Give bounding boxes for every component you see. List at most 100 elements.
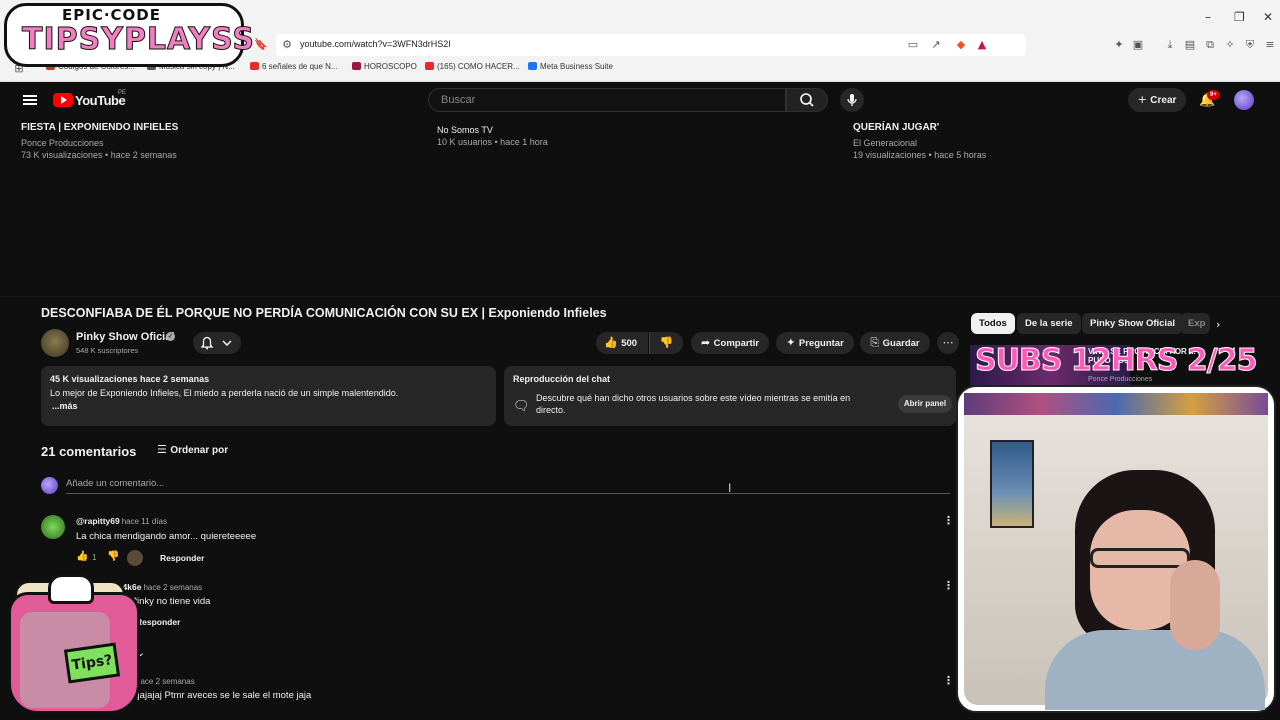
pip-icon[interactable]: ▭ <box>906 38 920 52</box>
share-button[interactable]: ➦ Compartir <box>691 332 769 354</box>
comment-author[interactable]: hace 2 semanas <box>134 676 195 686</box>
comment-menu-icon[interactable]: ⋮ <box>943 514 954 527</box>
related-video-meta: 10 K usuarios • hace 1 hora <box>437 137 548 147</box>
extensions-icon[interactable]: ✦ <box>1112 38 1126 52</box>
my-avatar <box>41 477 58 494</box>
rewards-icon[interactable]: ▲ <box>975 38 989 52</box>
share-icon: ➦ <box>700 336 714 349</box>
streamer-body <box>1045 630 1265 710</box>
verified-icon: ✓ <box>166 332 175 341</box>
bookmark-icon[interactable]: 🔖 <box>254 38 268 52</box>
favicon-icon <box>528 62 537 70</box>
description-stats: 45 K visualizaciones hace 2 semanas <box>50 374 210 384</box>
vpn-icon[interactable]: ⛨ <box>1243 38 1257 52</box>
favicon-icon <box>250 62 259 70</box>
comment-time: hace 11 días <box>121 517 167 526</box>
chip-series[interactable]: De la serie <box>1017 313 1081 334</box>
microphone-icon <box>847 94 857 106</box>
leo-icon[interactable]: ✧ <box>1223 38 1237 52</box>
sparkle-icon: ✦ <box>786 336 799 349</box>
chat-icon: 🗨 <box>513 399 530 414</box>
more-actions-button[interactable]: ⋯ <box>937 332 959 354</box>
related-video-meta: 19 visualizaciones • hace 5 horas <box>853 150 987 160</box>
text-cursor-icon: I <box>728 481 732 495</box>
chip-all[interactable]: Todos <box>971 313 1015 334</box>
play-icon <box>61 96 67 104</box>
comment-author[interactable]: @rapitty69 hace 11 días <box>76 516 167 526</box>
related-video-channel[interactable]: No Somos TV <box>437 125 493 135</box>
bell-ring-icon <box>200 336 232 350</box>
video-title: DESCONFIABA DE ÉL PORQUE NO PERDÍA COMUN… <box>41 306 607 320</box>
close-icon[interactable]: ✕ <box>1263 10 1273 24</box>
channel-name[interactable]: Pinky Show Oficial <box>76 331 174 343</box>
tabs-icon[interactable]: ⧉ <box>1203 38 1217 52</box>
cat-icon <box>48 574 94 604</box>
subscription-bell-button[interactable] <box>193 332 241 354</box>
thumbs-up-icon: 👍 <box>604 336 622 349</box>
favicon-icon <box>425 62 434 70</box>
sort-icon: ☰ <box>157 443 171 456</box>
thumbs-down-icon: 👎 <box>659 336 674 349</box>
description-more-link[interactable]: ...más <box>52 401 78 411</box>
comments-count: 21 comentarios <box>41 444 137 459</box>
bookmark-item[interactable]: (165) COMO HACER... <box>425 62 520 71</box>
webcam-shelf <box>964 393 1268 415</box>
notification-badge: 9+ <box>1207 90 1220 100</box>
reply-button[interactable]: Responder <box>136 617 180 627</box>
bookmark-item[interactable]: 6 señales de que N... <box>250 62 338 71</box>
related-video-title[interactable]: FIESTA | EXPONIENDO INFIELES <box>21 122 178 133</box>
comment-input[interactable]: Añade un comentario... <box>66 478 950 494</box>
menu-icon[interactable]: ≡ <box>1263 38 1277 52</box>
chat-replay-title: Reproducción del chat <box>513 374 611 384</box>
restore-icon[interactable]: ❐ <box>1234 10 1245 24</box>
comment-like-icon[interactable]: 👍 <box>76 551 88 562</box>
chevron-right-icon[interactable]: › <box>1216 318 1220 331</box>
minimize-icon[interactable]: – <box>1205 10 1211 24</box>
share-page-icon[interactable]: ↗ <box>929 38 943 52</box>
create-button[interactable]: + Crear <box>1128 88 1186 112</box>
download-icon[interactable]: ⤓ <box>1163 38 1177 52</box>
search-input[interactable]: Buscar <box>428 88 786 112</box>
bookmark-item[interactable]: HOROSCOPO <box>352 62 417 71</box>
comment-menu-icon[interactable]: ⋮ <box>943 674 954 687</box>
comment-like-count: 1 <box>92 553 97 562</box>
comment-time: hace 2 semanas <box>143 583 203 592</box>
related-video-channel[interactable]: El Generacional <box>853 138 917 148</box>
comment-text: La chica mendigando amor... quieretееееe <box>76 531 257 542</box>
comment-menu-icon[interactable]: ⋮ <box>943 579 954 592</box>
search-button[interactable] <box>786 88 828 112</box>
bookmark-item[interactable]: Meta Business Suite <box>528 62 613 71</box>
wallet-icon[interactable]: ▣ <box>1131 38 1145 52</box>
comment-time: hace 2 semanas <box>136 677 195 686</box>
sidebar-icon[interactable]: ▤ <box>1183 38 1197 52</box>
chip-channel[interactable]: Pinky Show Oficial <box>1082 313 1183 334</box>
glasses-icon <box>1090 548 1190 568</box>
dislike-button[interactable]: 👎 <box>649 332 683 354</box>
related-video-title[interactable]: QUERÍAN JUGAR' <box>853 122 939 133</box>
channel-avatar[interactable] <box>41 329 69 357</box>
site-settings-icon[interactable]: ⚙ <box>280 38 294 52</box>
more-horizontal-icon: ⋯ <box>942 336 954 349</box>
related-video-channel[interactable]: Ponce Producciones <box>21 138 104 148</box>
voice-search-button[interactable] <box>840 88 864 112</box>
ask-button[interactable]: ✦ Preguntar <box>776 332 854 354</box>
reply-button[interactable]: Responder <box>160 553 204 563</box>
sort-comments-button[interactable]: ☰ Ordenar por <box>157 443 228 456</box>
favicon-icon <box>352 62 361 70</box>
comment-avatar[interactable] <box>41 515 65 539</box>
save-button[interactable]: ⎘ Guardar <box>860 332 930 354</box>
plus-icon: + <box>1137 93 1151 106</box>
hamburger-menu-icon[interactable] <box>23 95 37 105</box>
stream-logo-main-text: TIPSYPLAYSS <box>22 22 255 58</box>
description-text: Lo mejor de Exponiendo Infieles, El mied… <box>50 388 399 398</box>
account-avatar[interactable] <box>1234 90 1254 110</box>
chat-replay-text: Descubre qué han dicho otros usuarios so… <box>536 393 851 415</box>
like-button[interactable]: 👍 500 <box>596 332 648 354</box>
chip-more[interactable]: Exp <box>1180 313 1210 334</box>
brave-shield-icon[interactable]: ◆ <box>954 38 968 52</box>
url-text[interactable]: youtube.com/watch?v=3WFN3drHS2I <box>300 39 451 49</box>
open-panel-button[interactable]: Abrir panel <box>898 395 952 413</box>
related-video-meta: 73 K visualizaciones • hace 2 semanas <box>21 150 177 160</box>
comment-dislike-icon[interactable]: 👎 <box>107 551 119 562</box>
tips-tag: Tips? <box>63 642 121 684</box>
